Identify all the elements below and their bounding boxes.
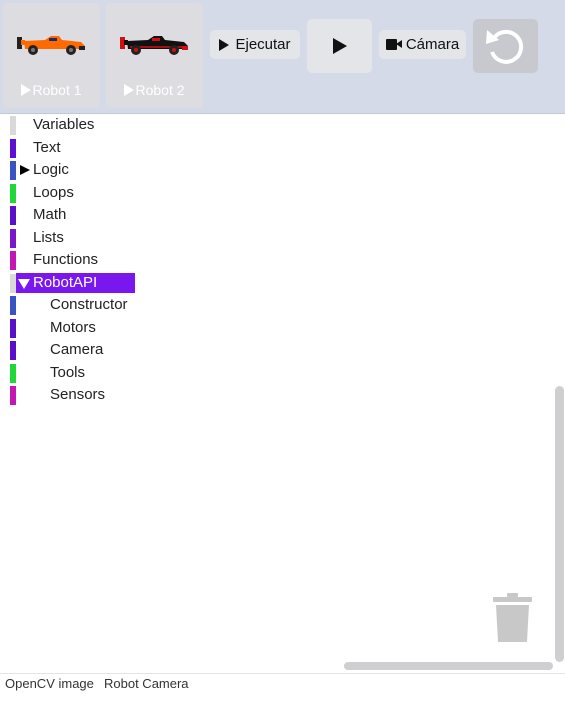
category-color-bar: [10, 341, 16, 360]
category-color-bar: [10, 386, 16, 405]
category-motors[interactable]: Motors: [0, 317, 140, 340]
category-color-bar: [10, 296, 16, 315]
run-button[interactable]: Ejecutar: [210, 30, 300, 59]
category-color-bar: [10, 206, 16, 225]
video-camera-icon: [385, 39, 402, 50]
category-logic[interactable]: Logic: [0, 159, 140, 182]
category-robotapi[interactable]: RobotAPI: [0, 272, 140, 295]
category-sensors[interactable]: Sensors: [0, 384, 140, 407]
tab-robot-camera[interactable]: Robot Camera: [104, 676, 189, 691]
category-constructor[interactable]: Constructor: [0, 294, 140, 317]
expand-arrow-icon[interactable]: [20, 165, 30, 175]
category-color-bar: [10, 251, 16, 270]
category-tools[interactable]: Tools: [0, 362, 140, 385]
category-text[interactable]: Text: [0, 137, 140, 160]
category-math[interactable]: Math: [0, 204, 140, 227]
category-color-bar: [10, 183, 16, 203]
camera-button[interactable]: Cámara: [379, 30, 466, 59]
trash-icon[interactable]: [492, 593, 533, 643]
play-icon: [219, 38, 230, 51]
category-color-bar: [10, 116, 16, 135]
category-lists[interactable]: Lists: [0, 227, 140, 250]
reset-icon: [486, 29, 524, 64]
race-car-icon: [120, 36, 188, 55]
robot-2-label: Robot 2: [106, 82, 203, 98]
robot-2-card[interactable]: Robot 2: [106, 3, 203, 108]
category-color-bar: [10, 363, 16, 383]
play-icon: [332, 38, 347, 54]
category-loops[interactable]: Loops: [0, 182, 140, 205]
race-car-icon: [17, 36, 85, 55]
robot-1-card[interactable]: Robot 1: [3, 3, 100, 108]
category-color-bar: [10, 228, 16, 248]
tab-opencv-image[interactable]: OpenCV image: [5, 676, 94, 691]
play-icon: [124, 84, 135, 96]
category-color-bar: [10, 138, 16, 158]
category-variables[interactable]: Variables: [0, 114, 140, 137]
workspace-vertical-scrollbar[interactable]: [555, 386, 564, 662]
category-functions[interactable]: Functions: [0, 249, 140, 272]
category-color-bar: [10, 161, 16, 180]
play-button[interactable]: [307, 19, 372, 73]
category-tree: Variables Text Logic Loops Math Lists Fu…: [0, 114, 140, 407]
bottom-tabs: OpenCV image Robot Camera: [0, 673, 565, 693]
reset-button[interactable]: [473, 19, 538, 73]
collapse-arrow-icon[interactable]: [18, 278, 30, 289]
category-color-bar: [10, 318, 16, 338]
robot-1-label: Robot 1: [3, 82, 100, 98]
category-camera[interactable]: Camera: [0, 339, 140, 362]
workspace-horizontal-scrollbar[interactable]: [344, 662, 553, 670]
play-icon: [21, 84, 32, 96]
toolbar: Robot 1 Robot 2 Ejecutar Cámara: [0, 0, 565, 114]
